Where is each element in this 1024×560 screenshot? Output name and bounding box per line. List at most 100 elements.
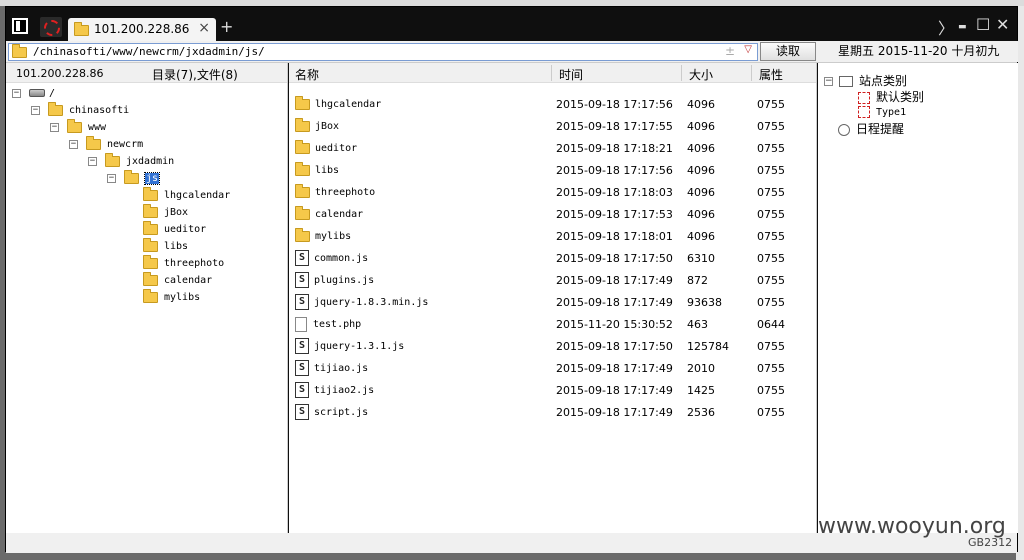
file-size-cell: 4096 (687, 230, 715, 243)
column-header-time[interactable]: 时间 (559, 66, 583, 83)
script-file-icon: S (295, 338, 309, 354)
file-name-label: tijiao2.js (314, 385, 375, 396)
script-file-icon: S (295, 382, 309, 398)
collapse-icon[interactable]: − (50, 122, 59, 132)
file-name-cell: calendar (295, 204, 363, 226)
tree-node-label: mylibs (164, 292, 201, 303)
file-attr-cell: 0755 (757, 274, 785, 287)
site-category-root[interactable]: − 站点类别 (824, 73, 907, 89)
file-row[interactable]: Sjquery-1.3.1.js 2015-09-18 17:17:50 12578… (289, 336, 817, 358)
file-row[interactable]: Stijiao2.js 2015-09-18 17:17:49 1425 0755 (289, 380, 817, 402)
file-time-cell: 2015-09-18 17:17:50 (556, 340, 673, 353)
tree-node-threephoto[interactable]: threephoto (143, 254, 224, 272)
maximize-button[interactable]: ☐ (976, 15, 990, 34)
column-divider[interactable] (681, 65, 682, 81)
column-header-size[interactable]: 大小 (689, 66, 713, 83)
collapse-icon[interactable]: − (69, 139, 78, 149)
file-size-cell: 872 (687, 274, 708, 287)
column-divider[interactable] (551, 65, 552, 81)
path-bar: /chinasofti/www/newcrm/jxdadmin/js/ ± ▽ … (6, 41, 1018, 63)
record-icon[interactable] (40, 17, 62, 37)
file-row[interactable]: mylibs 2015-09-18 17:18:01 4096 0755 (289, 226, 817, 248)
file-size-cell: 6310 (687, 252, 715, 265)
file-row[interactable]: Sscript.js 2015-09-18 17:17:49 2536 0755 (289, 402, 817, 424)
file-row[interactable]: test.php 2015-11-20 15:30:52 463 0644 (289, 314, 817, 336)
tab-host[interactable]: 101.200.228.86 × (68, 18, 216, 41)
tree-node-label: jBox (164, 207, 189, 218)
tab-close-button[interactable]: × (198, 20, 210, 36)
file-name-cell: test.php (295, 314, 361, 336)
tree-node-newcrm[interactable]: − newcrm (69, 135, 143, 153)
site-category-default[interactable]: 默认类别 (858, 89, 924, 105)
reminder-label: 日程提醒 (856, 122, 905, 136)
site-category-type1[interactable]: Type1 (858, 105, 906, 121)
category-box-icon (839, 76, 853, 87)
tree-node-ueditor[interactable]: ueditor (143, 220, 206, 238)
folder-icon (105, 152, 120, 167)
file-row[interactable]: Scommon.js 2015-09-18 17:17:50 6310 0755 (289, 248, 817, 270)
file-size-cell: 1425 (687, 384, 715, 397)
path-input[interactable]: /chinasofti/www/newcrm/jxdadmin/js/ ± ▽ (8, 43, 758, 61)
file-time-cell: 2015-09-18 17:17:49 (556, 406, 673, 419)
file-row[interactable]: Stijiao.js 2015-09-18 17:17:49 2010 0755 (289, 358, 817, 380)
encoding-label: GB2312 (968, 536, 1013, 549)
file-row[interactable]: ueditor 2015-09-18 17:18:21 4096 0755 (289, 138, 817, 160)
collapse-icon[interactable]: − (31, 105, 40, 115)
path-text: /chinasofti/www/newcrm/jxdadmin/js/ (33, 45, 265, 58)
tree-node-label: chinasofti (69, 105, 130, 116)
collapse-icon[interactable]: − (12, 88, 21, 98)
chevron-right-icon[interactable]: 〉 (938, 15, 954, 39)
file-time-cell: 2015-09-18 17:17:49 (556, 384, 673, 397)
host-label: 101.200.228.86 (16, 67, 104, 80)
tree-node-chinasofti[interactable]: − chinasofti (31, 101, 130, 119)
minimize-button[interactable]: ▬ (958, 22, 967, 32)
file-name-cell: libs (295, 160, 339, 182)
file-size-cell: 2010 (687, 362, 715, 375)
collapse-icon[interactable]: − (824, 77, 833, 86)
file-name-cell: jBox (295, 116, 339, 138)
tree-node-www[interactable]: − www (50, 118, 107, 136)
file-row[interactable]: Splugins.js 2015-09-18 17:17:49 872 0755 (289, 270, 817, 292)
column-header-name[interactable]: 名称 (295, 66, 319, 83)
add-tab-button[interactable]: + (220, 17, 233, 36)
plus-icon[interactable]: ± (725, 44, 735, 58)
title-bar: 101.200.228.86 × + 〉 ▬ ☐ ✕ (6, 7, 1017, 41)
collapse-icon[interactable]: − (88, 156, 97, 166)
file-row[interactable]: calendar 2015-09-18 17:17:53 4096 0755 (289, 204, 817, 226)
main-window: 101.200.228.86 × + 〉 ▬ ☐ ✕ /chinasofti/w… (5, 6, 1018, 553)
file-row[interactable]: lhgcalendar 2015-09-18 17:17:56 4096 0755 (289, 94, 817, 116)
tree-node-calendar[interactable]: calendar (143, 271, 212, 289)
file-time-cell: 2015-09-18 17:17:56 (556, 98, 673, 111)
file-time-cell: 2015-09-18 17:17:56 (556, 164, 673, 177)
tree-node-js[interactable]: − js (107, 169, 161, 187)
file-size-cell: 4096 (687, 164, 715, 177)
chevron-down-icon[interactable]: ▽ (744, 44, 752, 55)
file-attr-cell: 0755 (757, 296, 785, 309)
schedule-reminder[interactable]: 日程提醒 (838, 121, 904, 137)
tree-node-label: www (88, 122, 107, 133)
file-row[interactable]: Sjquery-1.8.3.min.js 2015-09-18 17:17:49 9… (289, 292, 817, 314)
close-button[interactable]: ✕ (996, 15, 1009, 34)
file-attr-cell: 0755 (757, 340, 785, 353)
collapse-icon[interactable]: − (107, 173, 116, 183)
column-divider[interactable] (751, 65, 752, 81)
file-attr-cell: 0755 (757, 142, 785, 155)
file-name-label: jquery-1.8.3.min.js (314, 297, 429, 308)
file-attr-cell: 0755 (757, 98, 785, 111)
file-name-label: jquery-1.3.1.js (314, 341, 405, 352)
tree-node-lhgcalendar[interactable]: lhgcalendar (143, 186, 230, 204)
app-icon[interactable] (12, 18, 28, 34)
tree-node-mylibs[interactable]: mylibs (143, 288, 201, 306)
tree-node-label: libs (164, 241, 189, 252)
file-row[interactable]: threephoto 2015-09-18 17:18:03 4096 0755 (289, 182, 817, 204)
file-row[interactable]: jBox 2015-09-18 17:17:55 4096 0755 (289, 116, 817, 138)
tree-node-libs[interactable]: libs (143, 237, 189, 255)
file-row[interactable]: libs 2015-09-18 17:17:56 4096 0755 (289, 160, 817, 182)
file-size-cell: 2536 (687, 406, 715, 419)
read-button[interactable]: 读取 (760, 42, 816, 61)
tree-node-jxdadmin[interactable]: − jxdadmin (88, 152, 174, 170)
column-header-attr[interactable]: 属性 (759, 66, 783, 83)
tree-node-root[interactable]: − / (12, 85, 55, 102)
tree-node-jbox[interactable]: jBox (143, 203, 189, 221)
folder-icon (295, 95, 310, 110)
